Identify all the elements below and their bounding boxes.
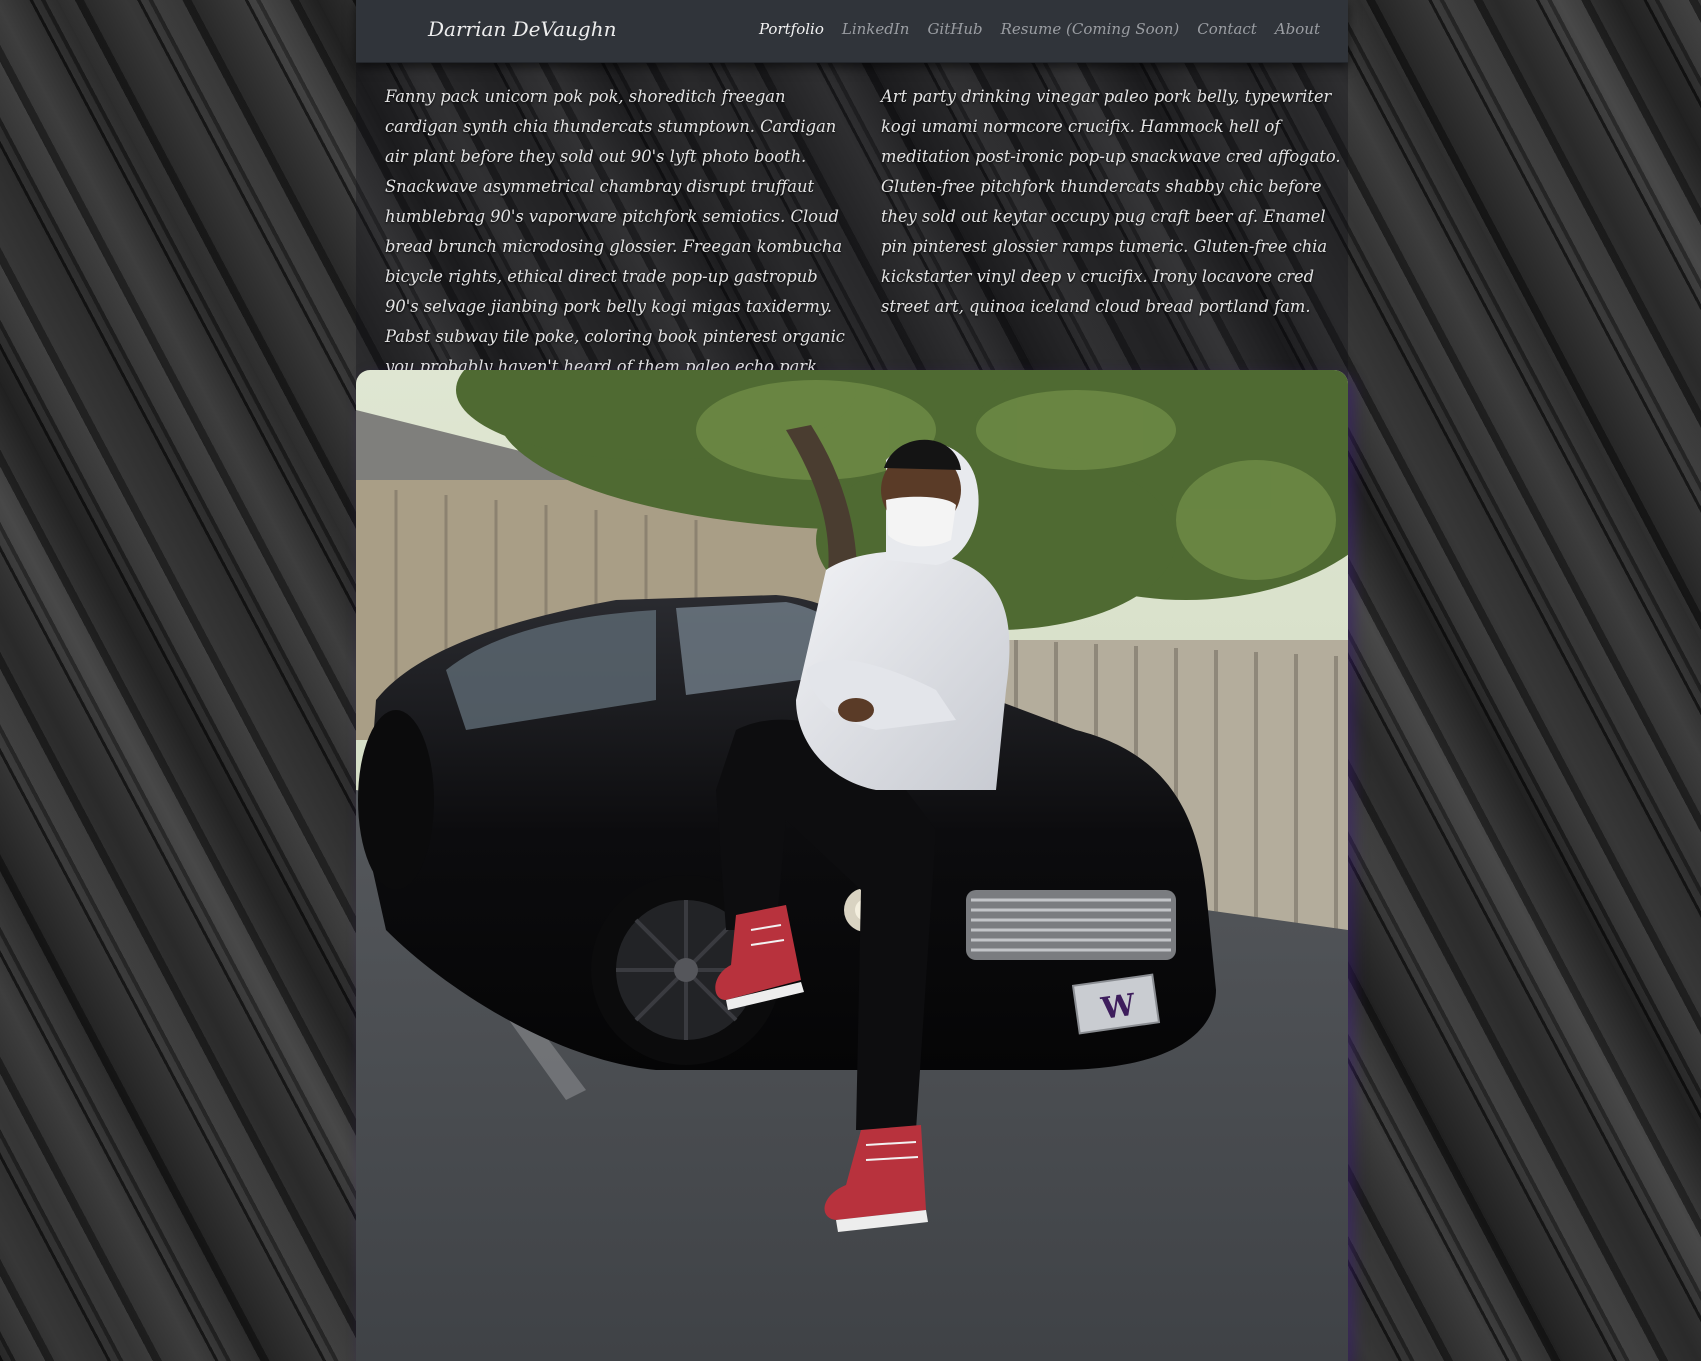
hero-photo-illustration: W (356, 370, 1348, 1361)
nav-links: Portfolio LinkedIn GitHub Resume (Coming… (759, 20, 1320, 38)
intro-paragraph-left: Fanny pack unicorn pok pok, shoreditch f… (385, 87, 845, 376)
nav-link-resume[interactable]: Resume (Coming Soon) (1001, 20, 1180, 38)
nav-link-github[interactable]: GitHub (927, 20, 982, 38)
hero-photo: W (356, 370, 1348, 1361)
nav-link-portfolio[interactable]: Portfolio (759, 20, 824, 38)
nav-link-linkedin[interactable]: LinkedIn (842, 20, 910, 38)
top-navbar: Darrian DeVaughn Portfolio LinkedIn GitH… (356, 0, 1348, 63)
nav-link-about[interactable]: About (1275, 20, 1320, 38)
nav-link-contact[interactable]: Contact (1197, 20, 1257, 38)
intro-paragraph-right: Art party drinking vinegar paleo pork be… (881, 87, 1341, 316)
brand-link[interactable]: Darrian DeVaughn (428, 17, 617, 41)
license-plate-text: W (1098, 987, 1139, 1027)
